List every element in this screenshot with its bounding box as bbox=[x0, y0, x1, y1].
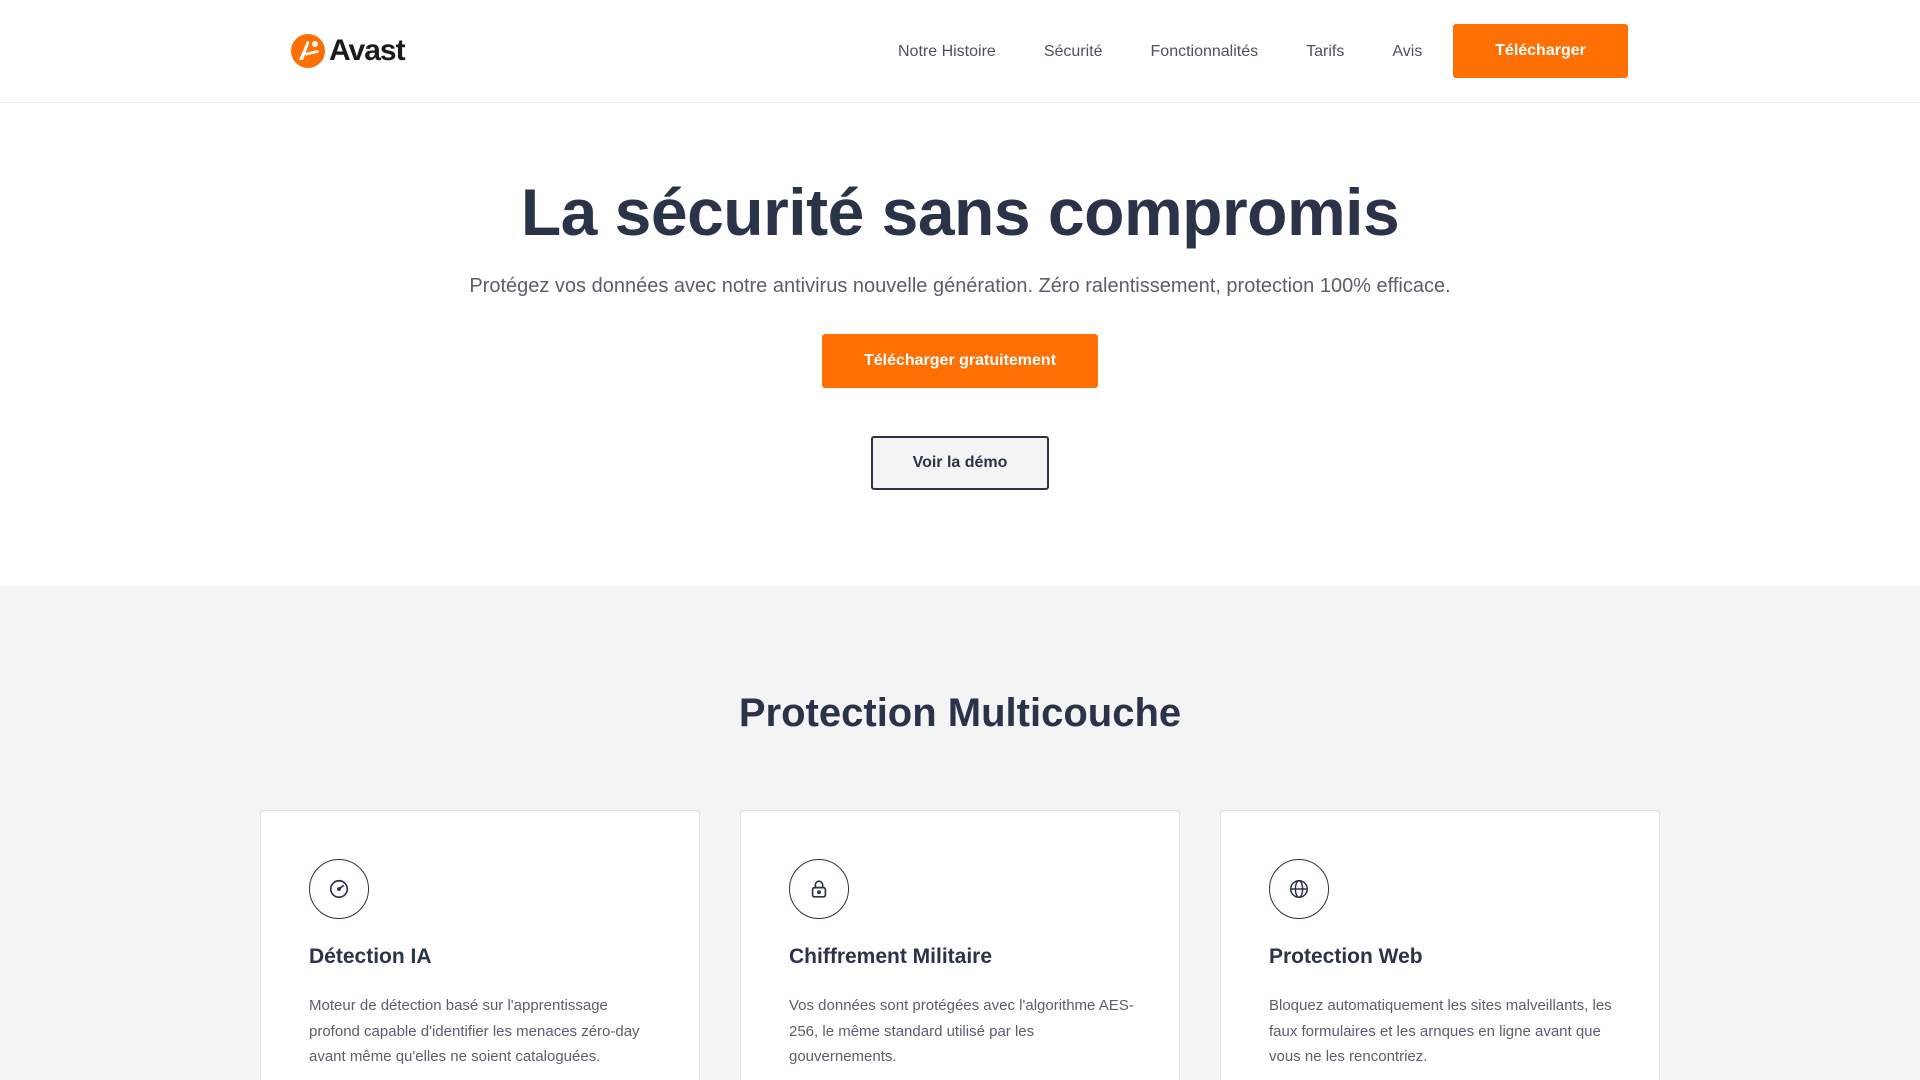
avast-logo-icon bbox=[291, 34, 325, 68]
feature-card-ai-detection: Détection IA Moteur de détection basé su… bbox=[260, 810, 700, 1080]
feature-card-title: Protection Web bbox=[1269, 945, 1423, 968]
nav-link-avis[interactable]: Avis bbox=[1392, 43, 1422, 61]
main-nav: Notre Histoire Sécurité Fonctionnalités … bbox=[898, 0, 1422, 103]
nav-link-securite[interactable]: Sécurité bbox=[1044, 43, 1103, 61]
nav-link-tarifs[interactable]: Tarifs bbox=[1306, 43, 1344, 61]
hero-subtitle: Protégez vos données avec notre antiviru… bbox=[469, 275, 1451, 297]
lock-icon bbox=[789, 859, 849, 919]
feature-card-title: Détection IA bbox=[309, 945, 432, 968]
site-header: Avast Notre Histoire Sécurité Fonctionna… bbox=[0, 0, 1920, 103]
feature-card-description: Bloquez automatiquement les sites malvei… bbox=[1269, 997, 1612, 1065]
nav-link-notre-histoire[interactable]: Notre Histoire bbox=[898, 43, 996, 61]
feature-card-description: Vos données sont protégées avec l'algori… bbox=[789, 997, 1134, 1065]
hero-section: La sécurité sans compromis Protégez vos … bbox=[0, 104, 1920, 586]
avast-logo[interactable]: Avast bbox=[290, 32, 406, 70]
feature-card-encryption: Chiffrement Militaire Vos données sont p… bbox=[740, 810, 1180, 1080]
header-download-button[interactable]: Télécharger bbox=[1453, 24, 1628, 78]
nav-link-fonctionnalites[interactable]: Fonctionnalités bbox=[1151, 43, 1259, 61]
free-download-button[interactable]: Télécharger gratuitement bbox=[822, 334, 1098, 388]
hero-title: La sécurité sans compromis bbox=[520, 175, 1400, 249]
logo-wordmark: Avast bbox=[329, 34, 406, 67]
demo-button[interactable]: Voir la démo bbox=[871, 436, 1049, 490]
feature-card-description: Moteur de détection basé sur l'apprentis… bbox=[309, 997, 640, 1065]
globe-icon bbox=[1269, 859, 1329, 919]
features-section: Protection Multicouche Détection IA Mote… bbox=[0, 586, 1920, 1080]
features-title: Protection Multicouche bbox=[738, 691, 1182, 735]
gauge-icon bbox=[309, 859, 369, 919]
feature-card-title: Chiffrement Militaire bbox=[789, 945, 993, 968]
feature-card-web-protection: Protection Web Bloquez automatiquement l… bbox=[1220, 810, 1660, 1080]
